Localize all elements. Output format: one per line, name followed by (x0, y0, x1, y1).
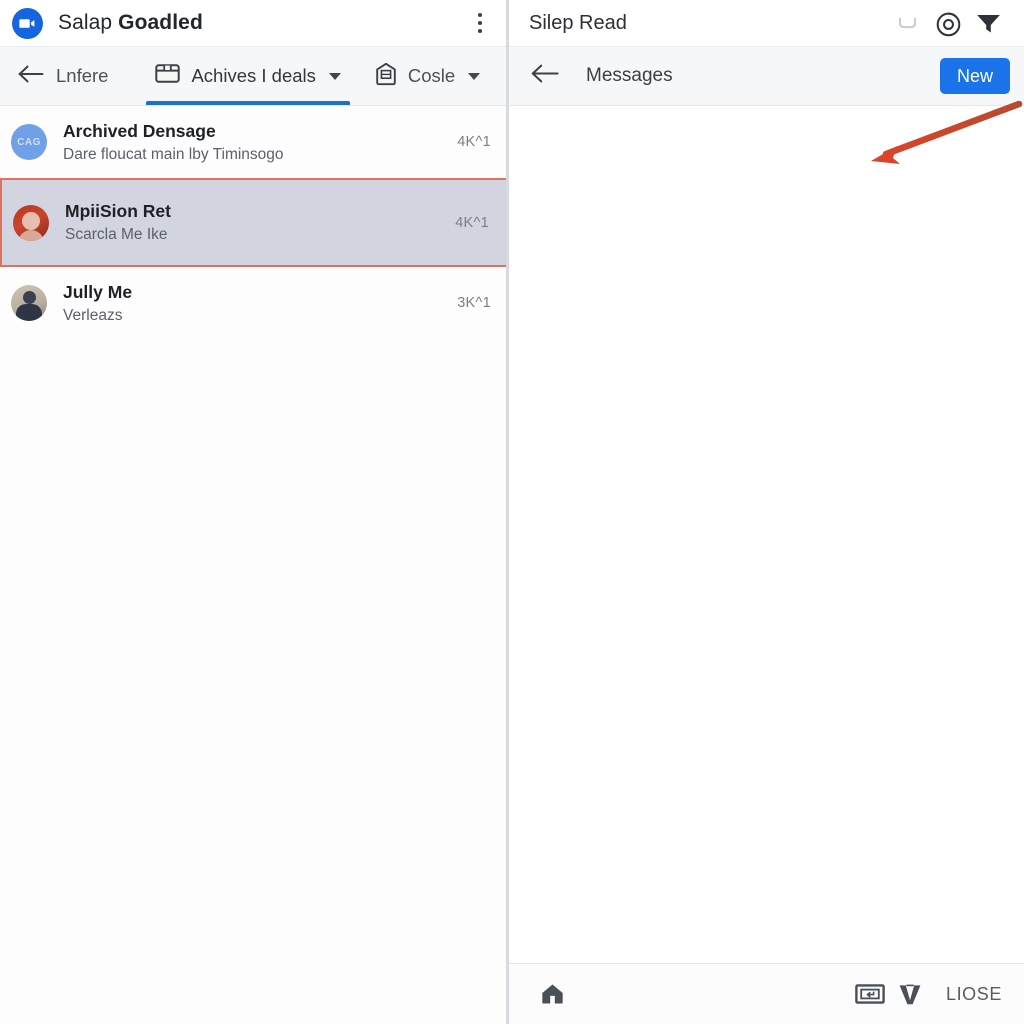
left-panel: Salap Goadled Lnfere Achives I deals Cos… (0, 0, 509, 1024)
right-panel: Silep Read Messages New LIOSE (509, 0, 1024, 1024)
card-return-icon[interactable] (850, 974, 890, 1014)
list-item-title: MpiiSion Ret (65, 201, 171, 221)
list-item-text: MpiiSion Ret Scarcla Me Ike (65, 200, 443, 245)
left-app-bar: Salap Goadled (0, 0, 509, 47)
tab-archives-deals[interactable]: Achives I deals (138, 47, 357, 105)
list-item[interactable]: MpiiSion Ret Scarcla Me Ike 4K^1 (0, 178, 509, 267)
list-item-title: Jully Me (63, 281, 133, 302)
new-button[interactable]: New (939, 58, 1010, 94)
tab-back-lnfere[interactable]: Lnfere (0, 47, 138, 105)
list-item-timestamp: 3K^1 (457, 295, 491, 311)
app-title-light: Salap (58, 11, 119, 34)
avatar-initials: CAG (17, 136, 41, 148)
home-icon[interactable] (532, 974, 572, 1014)
right-bottom-bar: LIOSE (509, 963, 1024, 1024)
message-list: CAG Archived Densage Dare floucat main l… (0, 106, 509, 1024)
list-item[interactable]: Jully Me Verleazs 3K^1 (0, 267, 509, 339)
avatar (13, 204, 49, 241)
kebab-menu-icon[interactable] (465, 6, 495, 40)
tab-label-cosle: Cosle (407, 65, 456, 86)
list-item-text: Archived Densage Dare floucat main lby T… (63, 120, 445, 165)
app-root: Salap Goadled Lnfere Achives I deals Cos… (0, 0, 1024, 1024)
bottom-bar-label: LIOSE (945, 983, 1002, 1004)
kebab-dot (478, 21, 482, 25)
target-circle-icon[interactable] (928, 3, 968, 43)
right-content-area (509, 106, 1024, 963)
list-item-subtitle: Verleazs (63, 306, 123, 324)
list-item-timestamp: 4K^1 (457, 134, 491, 150)
v-check-icon[interactable] (890, 974, 930, 1014)
tab-strip: Lnfere Achives I deals Cosle (0, 47, 509, 106)
app-title: Salap Goadled (58, 11, 203, 35)
clipboard-icon (375, 62, 397, 91)
list-item-title: Archived Densage (63, 120, 216, 141)
list-item-subtitle: Dare floucat main lby Timinsogo (63, 145, 284, 163)
avatar (11, 285, 47, 321)
chevron-down-icon[interactable] (328, 72, 341, 80)
send-filter-icon[interactable] (968, 3, 1008, 43)
right-app-bar: Silep Read (509, 0, 1024, 47)
right-sub-bar: Messages New (509, 47, 1024, 106)
underscore-icon[interactable] (888, 3, 928, 43)
list-item-text: Jully Me Verleazs (63, 281, 445, 326)
kebab-dot (478, 13, 482, 17)
avatar: CAG (11, 124, 47, 160)
app-title-bold: Goadled (118, 11, 203, 34)
kebab-dot (478, 29, 482, 33)
list-item[interactable]: CAG Archived Densage Dare floucat main l… (0, 106, 509, 178)
archive-box-icon (155, 62, 181, 90)
tab-label-lnfere: Lnfere (56, 65, 109, 86)
video-camera-icon (12, 7, 43, 39)
back-arrow-icon (18, 64, 45, 89)
right-panel-title: Silep Read (529, 11, 627, 34)
back-arrow-icon[interactable] (531, 63, 560, 89)
tab-cosle[interactable]: Cosle (358, 47, 497, 105)
sub-bar-label: Messages (586, 65, 673, 86)
chevron-down-icon[interactable] (468, 72, 481, 80)
tab-label-archives-deals: Achives I deals (191, 65, 316, 86)
list-item-subtitle: Scarcla Me Ike (65, 226, 168, 243)
list-item-timestamp: 4K^1 (455, 214, 489, 231)
